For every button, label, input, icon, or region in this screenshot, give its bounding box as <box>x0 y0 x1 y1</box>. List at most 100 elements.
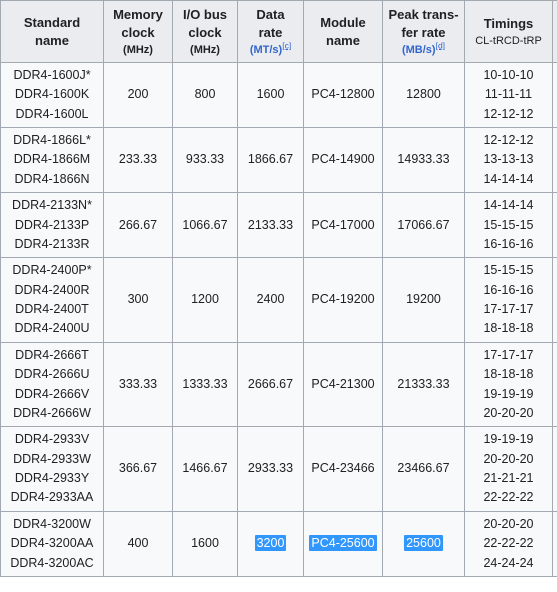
header-line-1: Timings <box>483 16 534 32</box>
standard-name-value: DDR4-2933AA <box>10 490 94 505</box>
timings-value: 11-11-11 <box>484 87 533 102</box>
standard-name-value: DDR4-2666T <box>15 347 89 362</box>
io-bus-clock-value: 800 <box>194 87 216 102</box>
timings-value: 19-19-19 <box>483 432 534 447</box>
cell-io-bus-clock: 1333.33 <box>172 341 238 428</box>
timings-value: 17-17-17 <box>483 347 534 362</box>
cell-module-name: PC4-19200 <box>303 257 383 343</box>
timings-value: 20-20-20 <box>483 451 534 466</box>
cell-timings: 20-20-20 22-22-22 24-24-24 <box>464 510 553 577</box>
module-name-value: PC4-23466 <box>311 461 375 476</box>
cell-timings: 19-19-19 20-20-20 21-21-21 22-22-22 <box>464 426 553 512</box>
standard-name-value: DDR4-3200AC <box>10 555 94 570</box>
table-row: DDR4-3200W DDR4-3200AA DDR4-3200AC 400 1600 3… <box>0 510 557 577</box>
standard-name-value: DDR4-1600J* <box>13 67 91 82</box>
timings-value: 24-24-24 <box>483 555 534 570</box>
header-line-2: name <box>326 32 360 48</box>
table-row: DDR4-2400P* DDR4-2400R DDR4-2400T DDR4-2400… <box>0 257 557 343</box>
cell-standard-name: DDR4-1600J* DDR4-1600K DDR4-1600L <box>0 61 104 129</box>
header-line-2: clock <box>121 24 155 40</box>
standard-name-value: DDR4-1600K <box>14 87 90 102</box>
timings-value: 13-13-13 <box>483 152 534 167</box>
standard-name-value: DDR4-2666V <box>14 386 90 401</box>
header-line-1: Standard <box>23 15 81 31</box>
cell-memory-clock: 366.67 <box>103 426 173 512</box>
cell-cas-latency: 13.12514.06315 <box>552 192 557 259</box>
data-rate-value: 1600 <box>256 87 285 102</box>
column-header-timings: Timings CL-tRCD-tRP <box>464 0 553 63</box>
data-rate-value: 1866.67 <box>247 152 294 167</box>
memory-clock-value: 200 <box>127 87 149 102</box>
standard-name-value: DDR4-2400T <box>15 302 89 317</box>
cell-peak-transfer-rate: 19200 <box>382 257 465 343</box>
ddr4-speed-grades-table: Standard name Memory clock (MHz) I/O bus… <box>0 0 557 577</box>
header-line-1: Data <box>256 7 285 22</box>
peak-transfer-rate-value: 12800 <box>406 87 441 102</box>
cell-data-rate: 2400 <box>237 257 304 343</box>
memory-clock-value: 300 <box>127 292 149 307</box>
header-line-2: name <box>35 32 69 48</box>
standard-name-value: DDR4-3200W <box>13 516 91 531</box>
memory-clock-value: 400 <box>127 536 149 551</box>
cell-cas-latency: 12.85713.92915 <box>552 127 557 194</box>
cell-module-name: PC4-14900 <box>303 127 383 194</box>
cell-standard-name: DDR4-2933V DDR4-2933W DDR4-2933Y DDR4-2933A… <box>0 426 104 512</box>
cell-standard-name: DDR4-2666T DDR4-2666U DDR4-2666V DDR4-2666W <box>0 341 104 428</box>
module-name-value: PC4-19200 <box>311 292 375 307</box>
column-header-cas-latency: CAS latency (ns) <box>552 0 557 63</box>
cell-peak-transfer-rate: 12800 <box>382 61 465 129</box>
standard-name-value: DDR4-2933W <box>13 451 91 466</box>
cell-timings: 14-14-14 15-15-15 16-16-16 <box>464 192 553 259</box>
io-bus-clock-value: 1333.33 <box>182 376 228 391</box>
memory-clock-value: 366.67 <box>118 461 158 476</box>
data-rate-value: 2400 <box>256 292 285 307</box>
header-unit-wrapper: (MT/s)[c] <box>241 40 300 58</box>
table-row: DDR4-2933V DDR4-2933W DDR4-2933Y DDR4-2933A… <box>0 426 557 512</box>
data-rate-unit-link[interactable]: (MT/s) <box>250 44 282 56</box>
header-line-2: fer rate <box>401 24 446 40</box>
standard-name-value: DDR4-2133P <box>14 217 90 232</box>
io-bus-clock-value: 1466.67 <box>182 461 228 476</box>
table-row: DDR4-1866L* DDR4-1866M DDR4-1866N 233.33 933… <box>0 127 557 194</box>
cell-timings: 17-17-17 18-18-18 19-19-19 20-20-20 <box>464 341 553 428</box>
cell-peak-transfer-rate: 25600 <box>382 510 465 577</box>
module-name-value: PC4-17000 <box>311 217 375 232</box>
cell-timings: 15-15-15 16-16-16 17-17-17 18-18-18 <box>464 257 553 343</box>
timings-value: 19-19-19 <box>483 386 534 401</box>
timings-value: 14-14-14 <box>483 198 534 213</box>
data-rate-value: 2133.33 <box>247 217 294 232</box>
timings-value: 20-20-20 <box>483 516 534 531</box>
cell-standard-name: DDR4-3200W DDR4-3200AA DDR4-3200AC <box>0 510 104 577</box>
peak-rate-unit-link[interactable]: (MB/s) <box>402 44 436 56</box>
module-name-value: PC4-21300 <box>311 376 375 391</box>
module-name-value: PC4-12800 <box>311 87 375 102</box>
timings-value: 14-14-14 <box>483 171 534 186</box>
table-header: Standard name Memory clock (MHz) I/O bus… <box>0 0 557 63</box>
standard-name-value: DDR4-2933Y <box>14 471 90 486</box>
peak-transfer-rate-value: 23466.67 <box>397 461 450 476</box>
table-body: DDR4-1600J* DDR4-1600K DDR4-1600L 200 800 160… <box>0 61 557 577</box>
timings-value: 18-18-18 <box>483 367 534 382</box>
column-header-standard-name: Standard name <box>0 0 104 63</box>
cell-io-bus-clock: 933.33 <box>172 127 238 194</box>
header-unit: (MHz) <box>123 44 153 57</box>
standard-name-value: DDR4-2666W <box>13 405 91 420</box>
cell-peak-transfer-rate: 17066.67 <box>382 192 465 259</box>
cell-cas-latency: 12.7513.5014.2515 <box>552 341 557 428</box>
header-subtitle: CL-tRCD-tRP <box>475 34 542 47</box>
reference-link-c[interactable]: [c] <box>282 40 291 50</box>
header-line-1: I/O bus <box>182 7 228 22</box>
table-row: DDR4-2133N* DDR4-2133P DDR4-2133R 266.67 106… <box>0 192 557 259</box>
standard-name-value: DDR4-2133R <box>14 236 90 251</box>
cell-peak-transfer-rate: 14933.33 <box>382 127 465 194</box>
peak-transfer-rate-value: 17066.67 <box>397 217 450 232</box>
module-name-value-selected: PC4-25600 <box>309 535 377 552</box>
cell-data-rate: 2666.67 <box>237 341 304 428</box>
header-line-1: Module <box>320 15 366 31</box>
header-line-2: clock <box>188 24 222 40</box>
memory-clock-value: 233.33 <box>118 152 158 167</box>
cell-module-name: PC4-25600 <box>303 510 383 577</box>
header-row: Standard name Memory clock (MHz) I/O bus… <box>0 0 557 63</box>
reference-link-d[interactable]: [d] <box>436 40 445 50</box>
header-line-1: Memory <box>113 7 163 22</box>
